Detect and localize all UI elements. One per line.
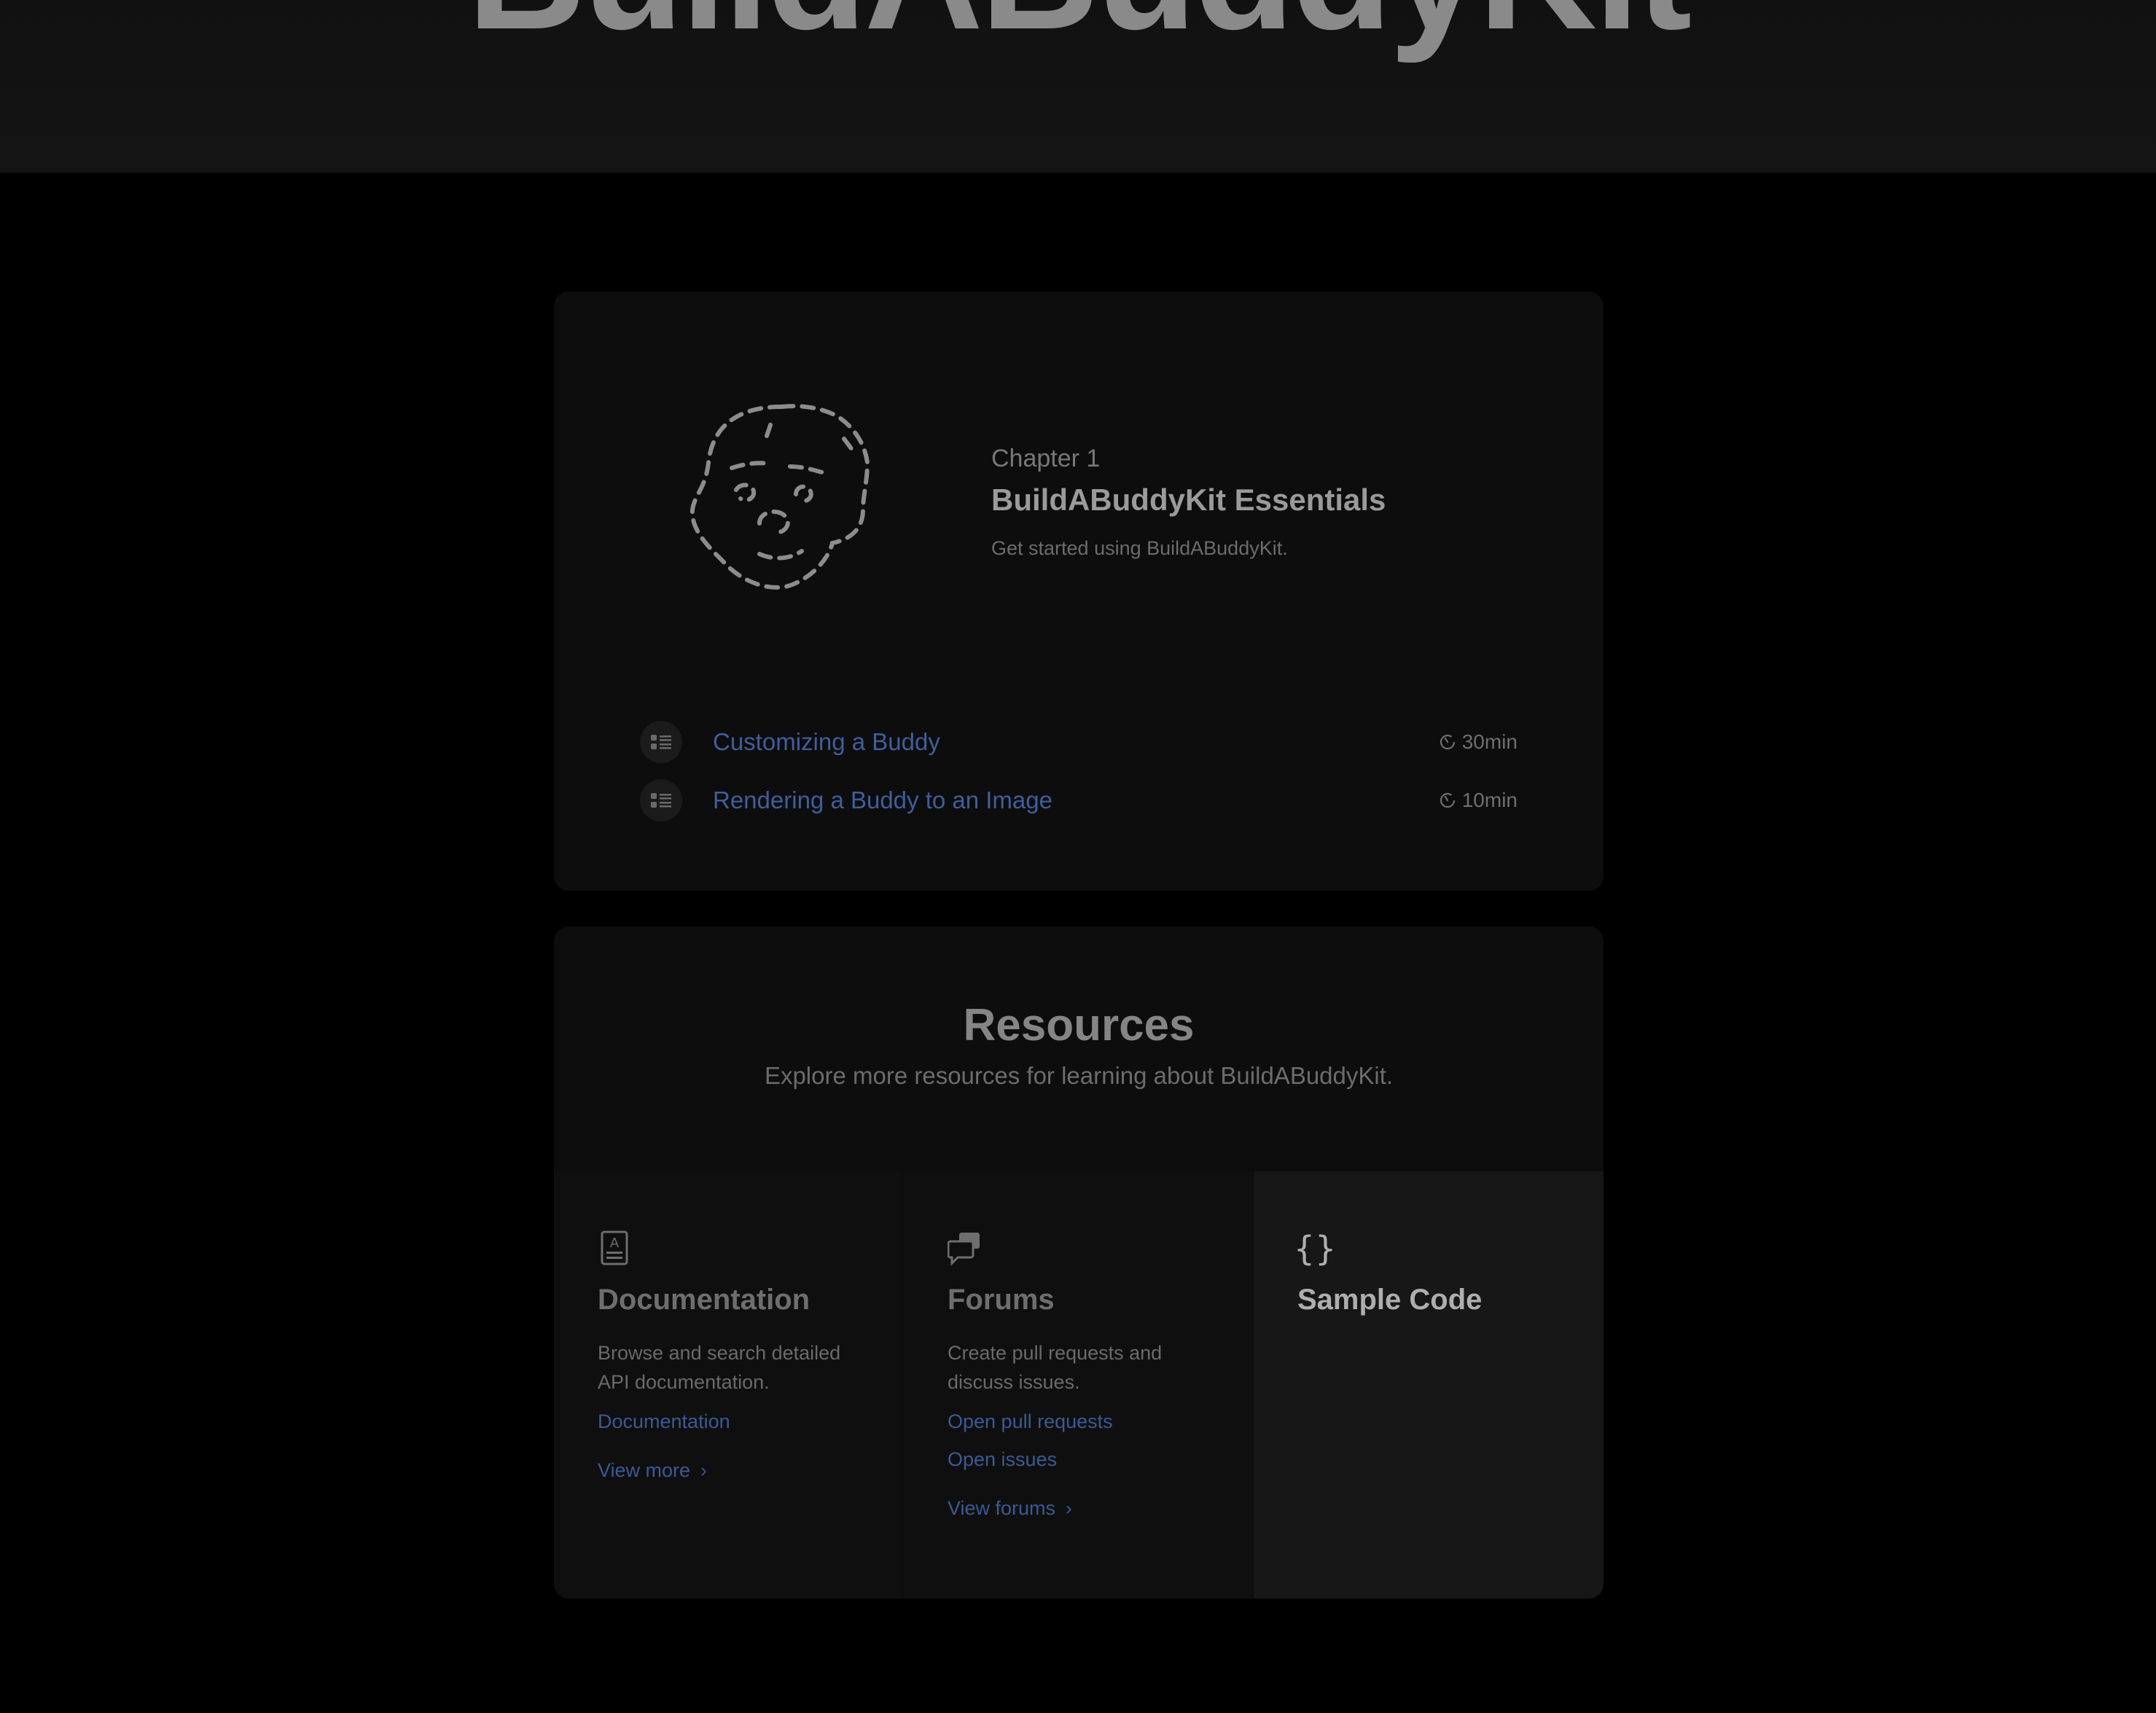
chapter-label: Chapter 1 — [991, 445, 1101, 472]
chapter-description: Get started using BuildABuddyKit. — [991, 537, 1288, 559]
svg-text:{}: {} — [1297, 1230, 1332, 1268]
resources-subtitle: Explore more resources for learning abou… — [764, 1062, 1394, 1089]
view-forums-label: View forums — [948, 1497, 1056, 1519]
timer-icon — [1440, 792, 1455, 808]
timer-icon — [1440, 734, 1455, 750]
resources-card: Resources Explore more resources for lea… — [554, 926, 1604, 1599]
curly-braces-icon: {} — [1294, 1229, 1337, 1268]
resource-title: Forums — [948, 1284, 1055, 1316]
view-forums-link[interactable]: View forums › — [948, 1497, 1222, 1520]
open-issues-link[interactable]: Open issues — [948, 1440, 1222, 1478]
chapter-info: Chapter 1 BuildABuddyKit Essentials Get … — [991, 443, 1386, 561]
documentation-link[interactable]: Documentation — [598, 1402, 872, 1440]
chevron-right-icon: › — [1066, 1497, 1072, 1519]
tutorial-link[interactable]: Customizing a Buddy — [713, 728, 940, 756]
tutorial-row[interactable]: Customizing a Buddy 30min — [640, 713, 1518, 771]
resources-grid: A Documentation Browse and search detail… — [554, 1171, 1604, 1599]
resource-title: Documentation — [598, 1284, 811, 1316]
view-more-label: View more — [598, 1459, 691, 1481]
resource-title: Sample Code — [1297, 1284, 1483, 1316]
resources-title: Resources — [963, 1000, 1195, 1050]
tutorial-link[interactable]: Rendering a Buddy to an Image — [713, 787, 1052, 814]
page: BuildABuddyKit Chapter 1 BuildABuddyKit … — [0, 0, 2156, 1713]
tutorial-list: Customizing a Buddy 30min Rendering a Bu… — [640, 713, 1518, 830]
hero-header: BuildABuddyKit — [0, 0, 2156, 173]
documentation-icon: A — [601, 1230, 628, 1265]
svg-text:A: A — [610, 1236, 620, 1251]
duration-text: 10min — [1461, 789, 1518, 811]
view-more-link[interactable]: View more › — [598, 1459, 872, 1482]
duration-text: 30min — [1461, 730, 1518, 753]
list-icon — [640, 721, 682, 763]
open-pull-requests-link[interactable]: Open pull requests — [948, 1402, 1222, 1440]
resource-forums: Forums Create pull requests and discuss … — [904, 1171, 1251, 1599]
chevron-right-icon: › — [700, 1459, 707, 1481]
chapter-title: BuildABuddyKit Essentials — [991, 483, 1386, 517]
resource-description: Browse and search detailed API documenta… — [598, 1342, 841, 1393]
resources-header: Resources Explore more resources for lea… — [554, 926, 1604, 1170]
hero-title: BuildABuddyKit — [0, 0, 2156, 54]
tutorial-duration: 10min — [1439, 771, 1518, 830]
resource-documentation: A Documentation Browse and search detail… — [554, 1171, 901, 1599]
tutorial-row[interactable]: Rendering a Buddy to an Image 10min — [640, 771, 1518, 830]
resource-description: Create pull requests and discuss issues. — [948, 1342, 1163, 1393]
forums-icon — [947, 1233, 980, 1266]
buddy-face-illustration — [690, 404, 870, 590]
resource-sample-code[interactable]: {} Sample Code — [1254, 1171, 1604, 1599]
tutorial-duration: 30min — [1439, 713, 1518, 771]
chapter-card: Chapter 1 BuildABuddyKit Essentials Get … — [554, 292, 1604, 891]
list-icon — [640, 779, 682, 822]
